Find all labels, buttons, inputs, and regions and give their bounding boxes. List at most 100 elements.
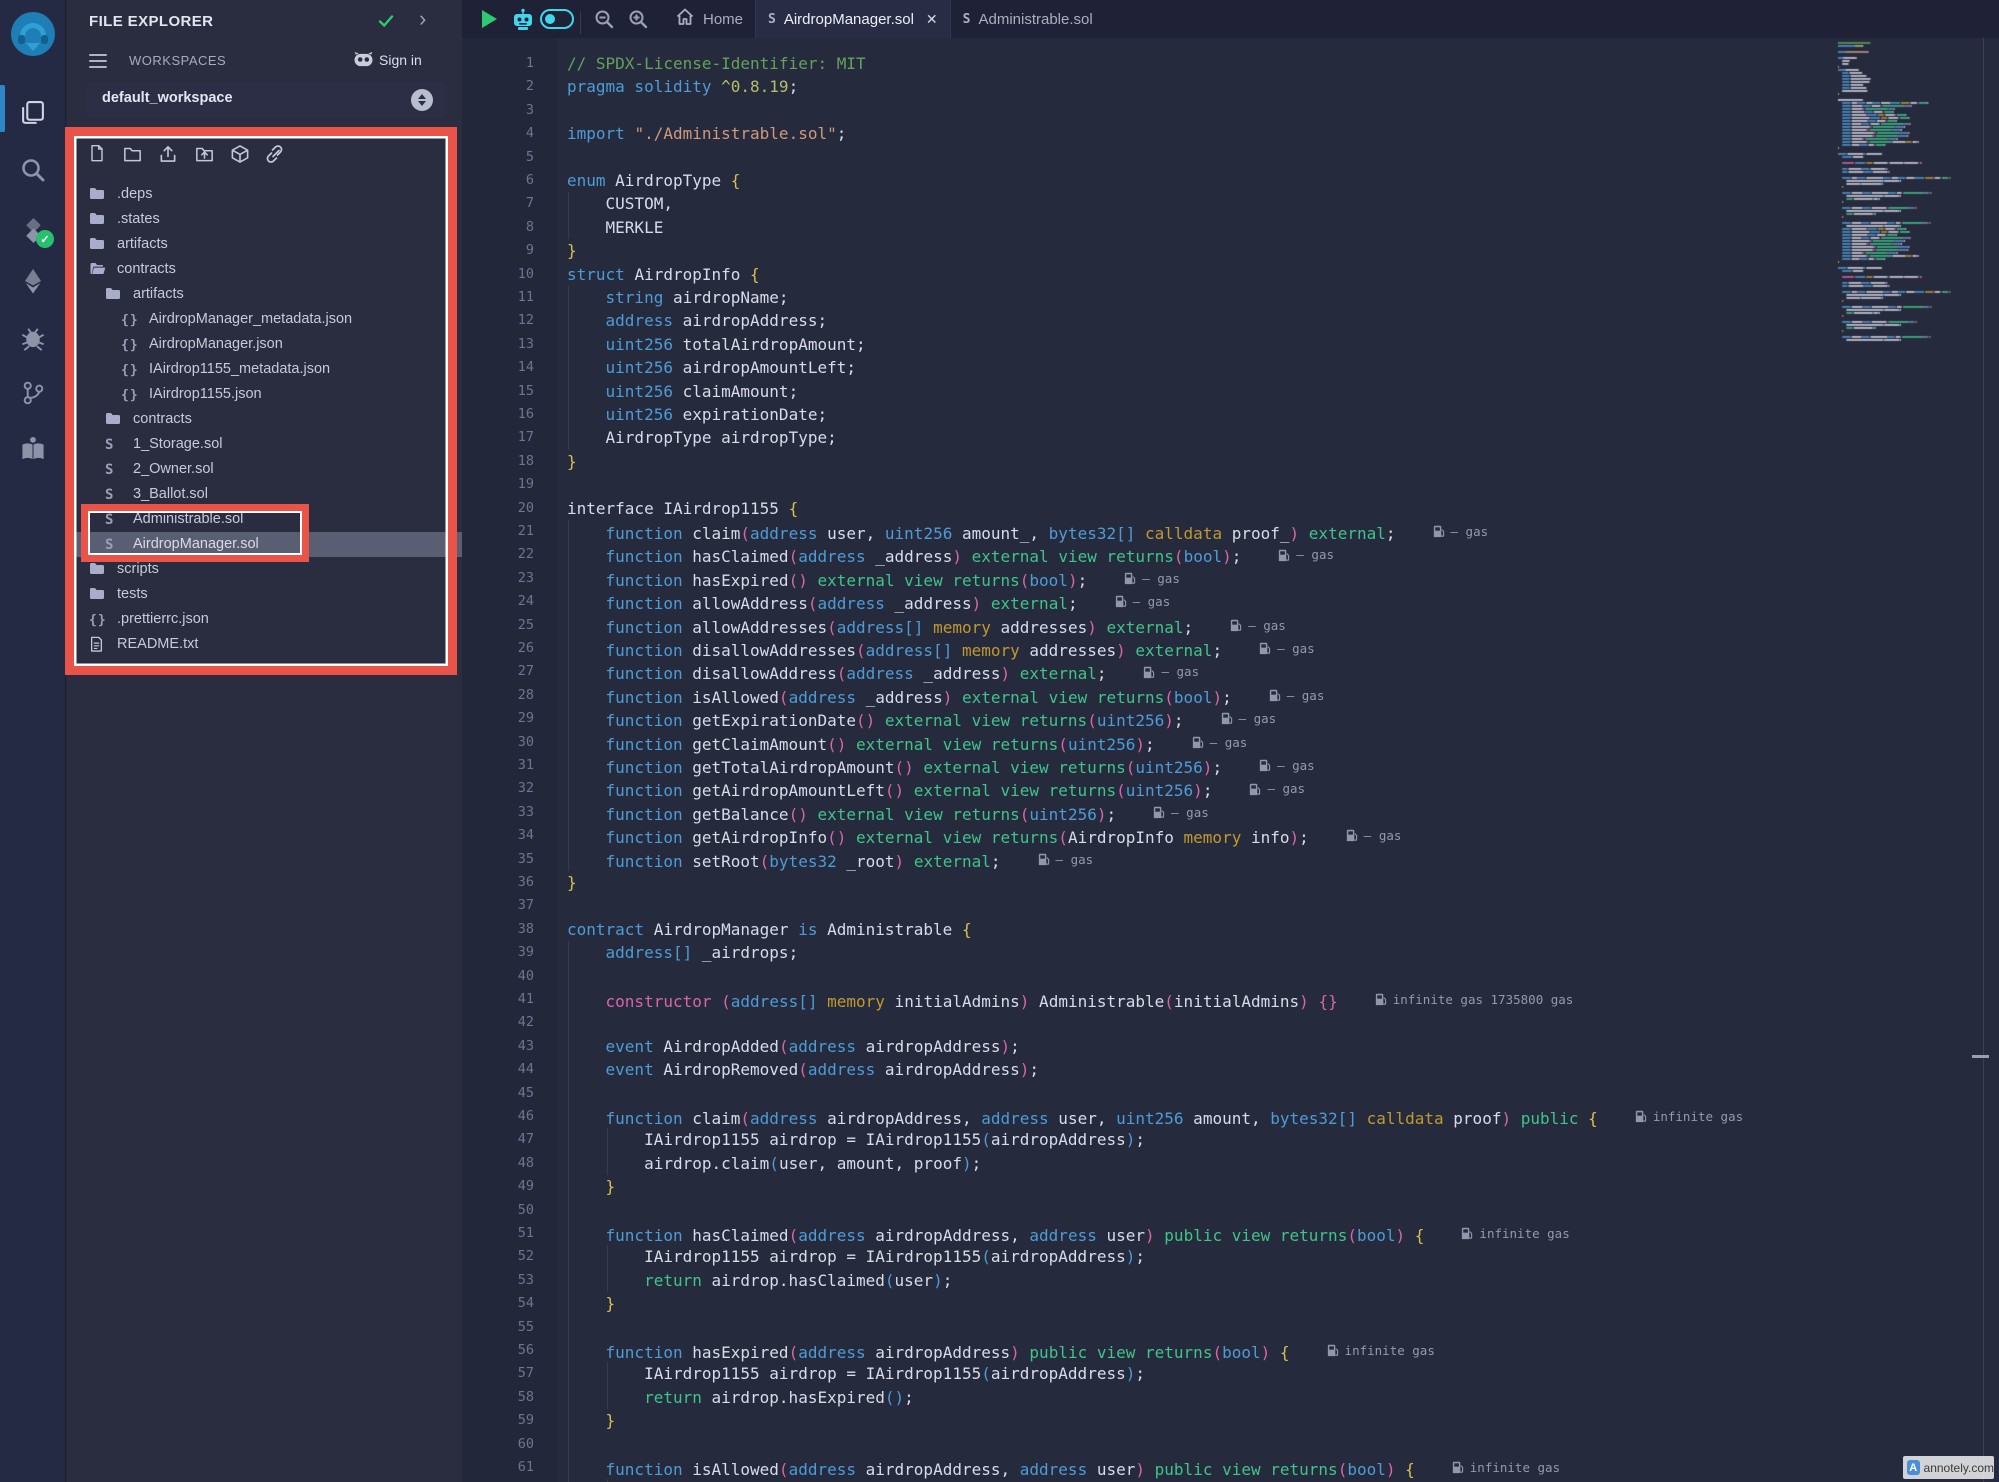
tree-item-AirdropManager.sol[interactable]: SAirdropManager.sol <box>67 532 462 557</box>
line-number[interactable]: 24 <box>462 593 534 609</box>
line-number[interactable]: 18 <box>462 453 534 469</box>
line-number[interactable]: 34 <box>462 827 534 843</box>
line-number[interactable]: 53 <box>462 1272 534 1288</box>
line-number[interactable]: 58 <box>462 1389 534 1405</box>
line-number[interactable]: 38 <box>462 921 534 937</box>
rail-item-file-explorer[interactable] <box>0 91 66 135</box>
line-number[interactable]: 19 <box>462 476 534 492</box>
code-line-9[interactable]: } <box>567 239 577 262</box>
code-line-29[interactable]: function getExpirationDate() external vi… <box>567 707 1276 733</box>
rail-item-debugger[interactable] <box>0 316 66 360</box>
line-number[interactable]: 35 <box>462 851 534 867</box>
line-number[interactable]: 14 <box>462 359 534 375</box>
line-number[interactable]: 44 <box>462 1061 534 1077</box>
code-line-51[interactable]: function hasClaimed(address airdropAddre… <box>567 1222 1570 1248</box>
code-line-48[interactable]: airdrop.claim(user, amount, proof); <box>567 1152 981 1175</box>
line-number[interactable]: 6 <box>462 172 534 188</box>
code-line-28[interactable]: function isAllowed(address _address) ext… <box>567 684 1324 710</box>
line-number[interactable]: 52 <box>462 1248 534 1264</box>
tree-item-3_Ballot.sol[interactable]: S3_Ballot.sol <box>67 482 462 507</box>
code-line-56[interactable]: function hasExpired(address airdropAddre… <box>567 1339 1435 1365</box>
code-line-58[interactable]: return airdrop.hasExpired(); <box>567 1386 914 1409</box>
tree-item-AirdropManager.json[interactable]: {}AirdropManager.json <box>67 332 462 357</box>
line-number[interactable]: 47 <box>462 1131 534 1147</box>
zoom-out-button[interactable] <box>587 0 621 38</box>
rail-item-learneth[interactable] <box>0 427 66 471</box>
line-number[interactable]: 29 <box>462 710 534 726</box>
line-number[interactable]: 36 <box>462 874 534 890</box>
code-line-36[interactable]: } <box>567 871 577 894</box>
line-number[interactable]: 43 <box>462 1038 534 1054</box>
tree-item-Administrable.sol[interactable]: SAdministrable.sol <box>67 507 462 532</box>
code-line-24[interactable]: function allowAddress(address _address) … <box>567 590 1170 616</box>
tree-item-2_Owner.sol[interactable]: S2_Owner.sol <box>67 457 462 482</box>
line-number[interactable]: 10 <box>462 266 534 282</box>
tree-item-scripts[interactable]: scripts <box>67 557 462 582</box>
line-number[interactable]: 49 <box>462 1178 534 1194</box>
line-number[interactable]: 27 <box>462 663 534 679</box>
line-number[interactable]: 23 <box>462 570 534 586</box>
code-line-53[interactable]: return airdrop.hasClaimed(user); <box>567 1269 952 1292</box>
code-line-7[interactable]: CUSTOM, <box>567 192 673 215</box>
zoom-in-button[interactable] <box>621 0 655 38</box>
tree-item-README.txt[interactable]: README.txt <box>67 632 462 657</box>
line-number[interactable]: 41 <box>462 991 534 1007</box>
code-line-16[interactable]: uint256 expirationDate; <box>567 403 827 426</box>
code-line-61[interactable]: function isAllowed(address airdropAddres… <box>567 1456 1560 1482</box>
tab-Home[interactable]: Home <box>663 0 755 38</box>
line-number[interactable]: 39 <box>462 944 534 960</box>
code-line-43[interactable]: event AirdropAdded(address airdropAddres… <box>567 1035 1020 1058</box>
code-line-13[interactable]: uint256 totalAirdropAmount; <box>567 333 866 356</box>
code-line-57[interactable]: IAirdrop1155 airdrop = IAirdrop1155(aird… <box>567 1362 1145 1385</box>
line-number[interactable]: 20 <box>462 500 534 516</box>
code-line-17[interactable]: AirdropType airdropType; <box>567 426 837 449</box>
line-number[interactable]: 61 <box>462 1459 534 1475</box>
tree-item-tests[interactable]: tests <box>67 582 462 607</box>
code-line-41[interactable]: constructor (address[] memory initialAdm… <box>567 988 1573 1014</box>
remix-logo-icon[interactable] <box>10 11 56 57</box>
line-number[interactable]: 30 <box>462 734 534 750</box>
code-line-27[interactable]: function disallowAddress(address _addres… <box>567 660 1199 686</box>
code-line-11[interactable]: string airdropName; <box>567 286 789 309</box>
code-line-12[interactable]: address airdropAddress; <box>567 309 827 332</box>
code-editor[interactable]: 1234567891011121314151617181920212223242… <box>462 38 1999 1482</box>
code-line-47[interactable]: IAirdrop1155 airdrop = IAirdrop1155(aird… <box>567 1128 1145 1151</box>
tree-item-.deps[interactable]: .deps <box>67 182 462 207</box>
minimap[interactable] <box>1836 40 1986 370</box>
code-line-30[interactable]: function getClaimAmount() external view … <box>567 731 1247 757</box>
line-number[interactable]: 54 <box>462 1295 534 1311</box>
line-number[interactable]: 45 <box>462 1085 534 1101</box>
code-line-21[interactable]: function claim(address user, uint256 amo… <box>567 520 1488 546</box>
code-line-33[interactable]: function getBalance() external view retu… <box>567 801 1209 827</box>
line-number[interactable]: 1 <box>462 55 534 71</box>
run-script-button[interactable] <box>472 0 506 38</box>
code-line-10[interactable]: struct AirdropInfo { <box>567 263 760 286</box>
line-number[interactable]: 9 <box>462 242 534 258</box>
code-line-39[interactable]: address[] _airdrops; <box>567 941 798 964</box>
code-line-1[interactable]: // SPDX-License-Identifier: MIT <box>567 52 866 75</box>
tree-item-.prettierrc.json[interactable]: {}.prettierrc.json <box>67 607 462 632</box>
close-tab-icon[interactable]: ✕ <box>926 12 938 26</box>
rail-item-git[interactable] <box>0 371 66 415</box>
code-line-20[interactable]: interface IAirdrop1155 { <box>567 497 798 520</box>
line-number[interactable]: 32 <box>462 780 534 796</box>
line-number[interactable]: 60 <box>462 1436 534 1452</box>
tree-item-1_Storage.sol[interactable]: S1_Storage.sol <box>67 432 462 457</box>
rail-item-deploy-and-run[interactable] <box>0 259 66 303</box>
line-number[interactable]: 51 <box>462 1225 534 1241</box>
copilot-toggle[interactable] <box>540 0 574 38</box>
code-line-2[interactable]: pragma solidity ^0.8.19; <box>567 75 798 98</box>
line-number[interactable]: 5 <box>462 149 534 165</box>
line-number[interactable]: 48 <box>462 1155 534 1171</box>
line-number[interactable]: 2 <box>462 78 534 94</box>
tree-item-AirdropManager_metadata.json[interactable]: {}AirdropManager_metadata.json <box>67 307 462 332</box>
line-number[interactable]: 22 <box>462 546 534 562</box>
code-line-31[interactable]: function getTotalAirdropAmount() externa… <box>567 754 1315 780</box>
line-number[interactable]: 56 <box>462 1342 534 1358</box>
tree-item-IAirdrop1155_metadata.json[interactable]: {}IAirdrop1155_metadata.json <box>67 357 462 382</box>
line-number[interactable]: 16 <box>462 406 534 422</box>
tree-item-contracts[interactable]: contracts <box>67 407 462 432</box>
code-line-4[interactable]: import "./Administrable.sol"; <box>567 122 846 145</box>
line-number[interactable]: 13 <box>462 336 534 352</box>
scrollbar-marker[interactable] <box>1972 1055 1989 1058</box>
